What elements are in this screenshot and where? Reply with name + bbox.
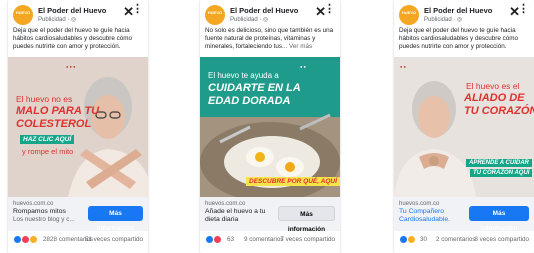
engagement-bar: 30 2 comentarios 8 veces compartido	[394, 231, 534, 249]
ad-description: No solo es delicioso, sino que también e…	[205, 27, 334, 50]
see-more-link[interactable]: ... Ver más	[282, 43, 312, 50]
ad-cta-tag: HAZ CLIC AQUÍ	[20, 135, 75, 144]
link-footer[interactable]: huevos.com.co Tu Compañero Cardiosaludab…	[394, 197, 534, 232]
engagement-bar: 28 28 comentarios 51 veces compartido	[8, 231, 148, 249]
page-name[interactable]: El Poder del Huevo	[230, 6, 298, 15]
ad-cta-tag-line2: TU CORAZÓN AQUÍ	[470, 169, 533, 177]
ad-header: HUEVO El Poder del Huevo Publicidad · ◎ …	[394, 0, 534, 27]
learn-more-button[interactable]: Más información	[469, 206, 529, 232]
shares-count[interactable]: 7 veces compartido	[280, 236, 335, 243]
shares-count[interactable]: 8 veces compartido	[474, 236, 529, 243]
ad-image[interactable]: ● ● El huevo te ayuda a CUIDARTE EN LA E…	[200, 57, 340, 197]
link-footer[interactable]: huevos.com.co Añade el huevo a tu dieta …	[200, 197, 340, 233]
reaction-count[interactable]: 28	[43, 236, 50, 243]
ad-headline-line1: El huevo te ayuda a	[208, 71, 279, 80]
learn-more-button[interactable]: Más información	[278, 206, 335, 233]
ad-headline-line4: y rompe el mito	[22, 147, 74, 156]
ad-cta-tag: APRENDE A CUIDAR	[466, 159, 532, 167]
ad-headline-line1: El huevo no es	[16, 94, 73, 104]
more-options-icon[interactable]: ⋮	[132, 4, 143, 15]
ad-headline-line1: El huevo es el	[466, 81, 520, 91]
ad-image[interactable]: ● ● El huevo es el ALIADO DE TU CORAZÓN …	[394, 57, 534, 197]
link-footer[interactable]: huevos.com.co Rompamos mitos Los nuestro…	[8, 197, 148, 232]
ad-description: Deja que el poder del huevo te guíe haci…	[13, 27, 133, 50]
globe-icon: ◎	[457, 17, 463, 23]
ad-header: HUEVO El Poder del Huevo Publicidad · ◎ …	[200, 0, 340, 27]
ad-headline-line3: COLESTEROL	[16, 118, 92, 130]
learn-more-button[interactable]: Más información	[88, 206, 143, 232]
ad-description: Deja que el poder del huevo te guíe haci…	[399, 27, 519, 50]
shares-count[interactable]: 51 veces compartido	[85, 236, 143, 243]
reaction-count[interactable]: 30	[420, 236, 427, 243]
love-icon	[213, 235, 222, 244]
ad-image[interactable]: ● ● ● El huevo no es MALO PARA TU COLEST…	[8, 57, 148, 197]
comments-count[interactable]: 9 comentarios	[244, 236, 284, 243]
page-name[interactable]: El Poder del Huevo	[38, 6, 106, 15]
brand-tag: ● ●	[300, 64, 306, 69]
page-logo[interactable]: HUEVO	[13, 5, 33, 25]
reaction-count[interactable]: 63	[227, 236, 234, 243]
ad-card-2: HUEVO El Poder del Huevo Publicidad · ◎ …	[200, 0, 340, 253]
brand-tag: ● ● ●	[66, 64, 76, 69]
more-options-icon[interactable]: ⋮	[518, 4, 529, 15]
sponsored-label: Publicidad · ◎	[230, 17, 269, 23]
haha-icon	[407, 235, 416, 244]
reactions-icons[interactable]	[205, 235, 222, 244]
globe-icon: ◎	[263, 17, 269, 23]
ad-headline-line3: TU CORAZÓN	[464, 105, 534, 117]
ad-headline-line2: MALO PARA TU	[16, 105, 100, 117]
sponsored-label: Publicidad · ◎	[424, 17, 463, 23]
reactions-icons[interactable]	[13, 235, 38, 244]
ad-header: HUEVO El Poder del Huevo Publicidad · ◎ …	[8, 0, 148, 27]
comments-count[interactable]: 2 comentarios	[436, 236, 476, 243]
link-title: Tu Compañero Cardiosaludable.	[399, 208, 451, 223]
ad-headline-line2: ALIADO DE	[464, 92, 525, 104]
globe-icon: ◎	[71, 17, 77, 23]
haha-icon	[29, 235, 38, 244]
link-title: Añade el huevo a tu dieta diaria	[205, 208, 266, 223]
reactions-icons[interactable]	[399, 235, 416, 244]
ad-headline-line3: EDAD DORADA	[208, 95, 291, 107]
ad-headline-line2: CUIDARTE EN LA	[208, 82, 301, 94]
ad-card-3: HUEVO El Poder del Huevo Publicidad · ◎ …	[394, 0, 534, 253]
engagement-bar: 63 9 comentarios 7 veces compartido	[200, 231, 340, 249]
ad-cta-tag: DESCUBRE POR QUÉ, AQUÍ	[246, 177, 340, 186]
page-logo[interactable]: HUEVO	[205, 5, 225, 25]
ad-card-1: HUEVO El Poder del Huevo Publicidad · ◎ …	[8, 0, 148, 253]
page-logo[interactable]: HUEVO	[399, 5, 419, 25]
more-options-icon[interactable]: ⋮	[324, 4, 335, 15]
page-name[interactable]: El Poder del Huevo	[424, 6, 492, 15]
sponsored-label: Publicidad · ◎	[38, 17, 77, 23]
brand-tag: ● ●	[400, 64, 406, 69]
